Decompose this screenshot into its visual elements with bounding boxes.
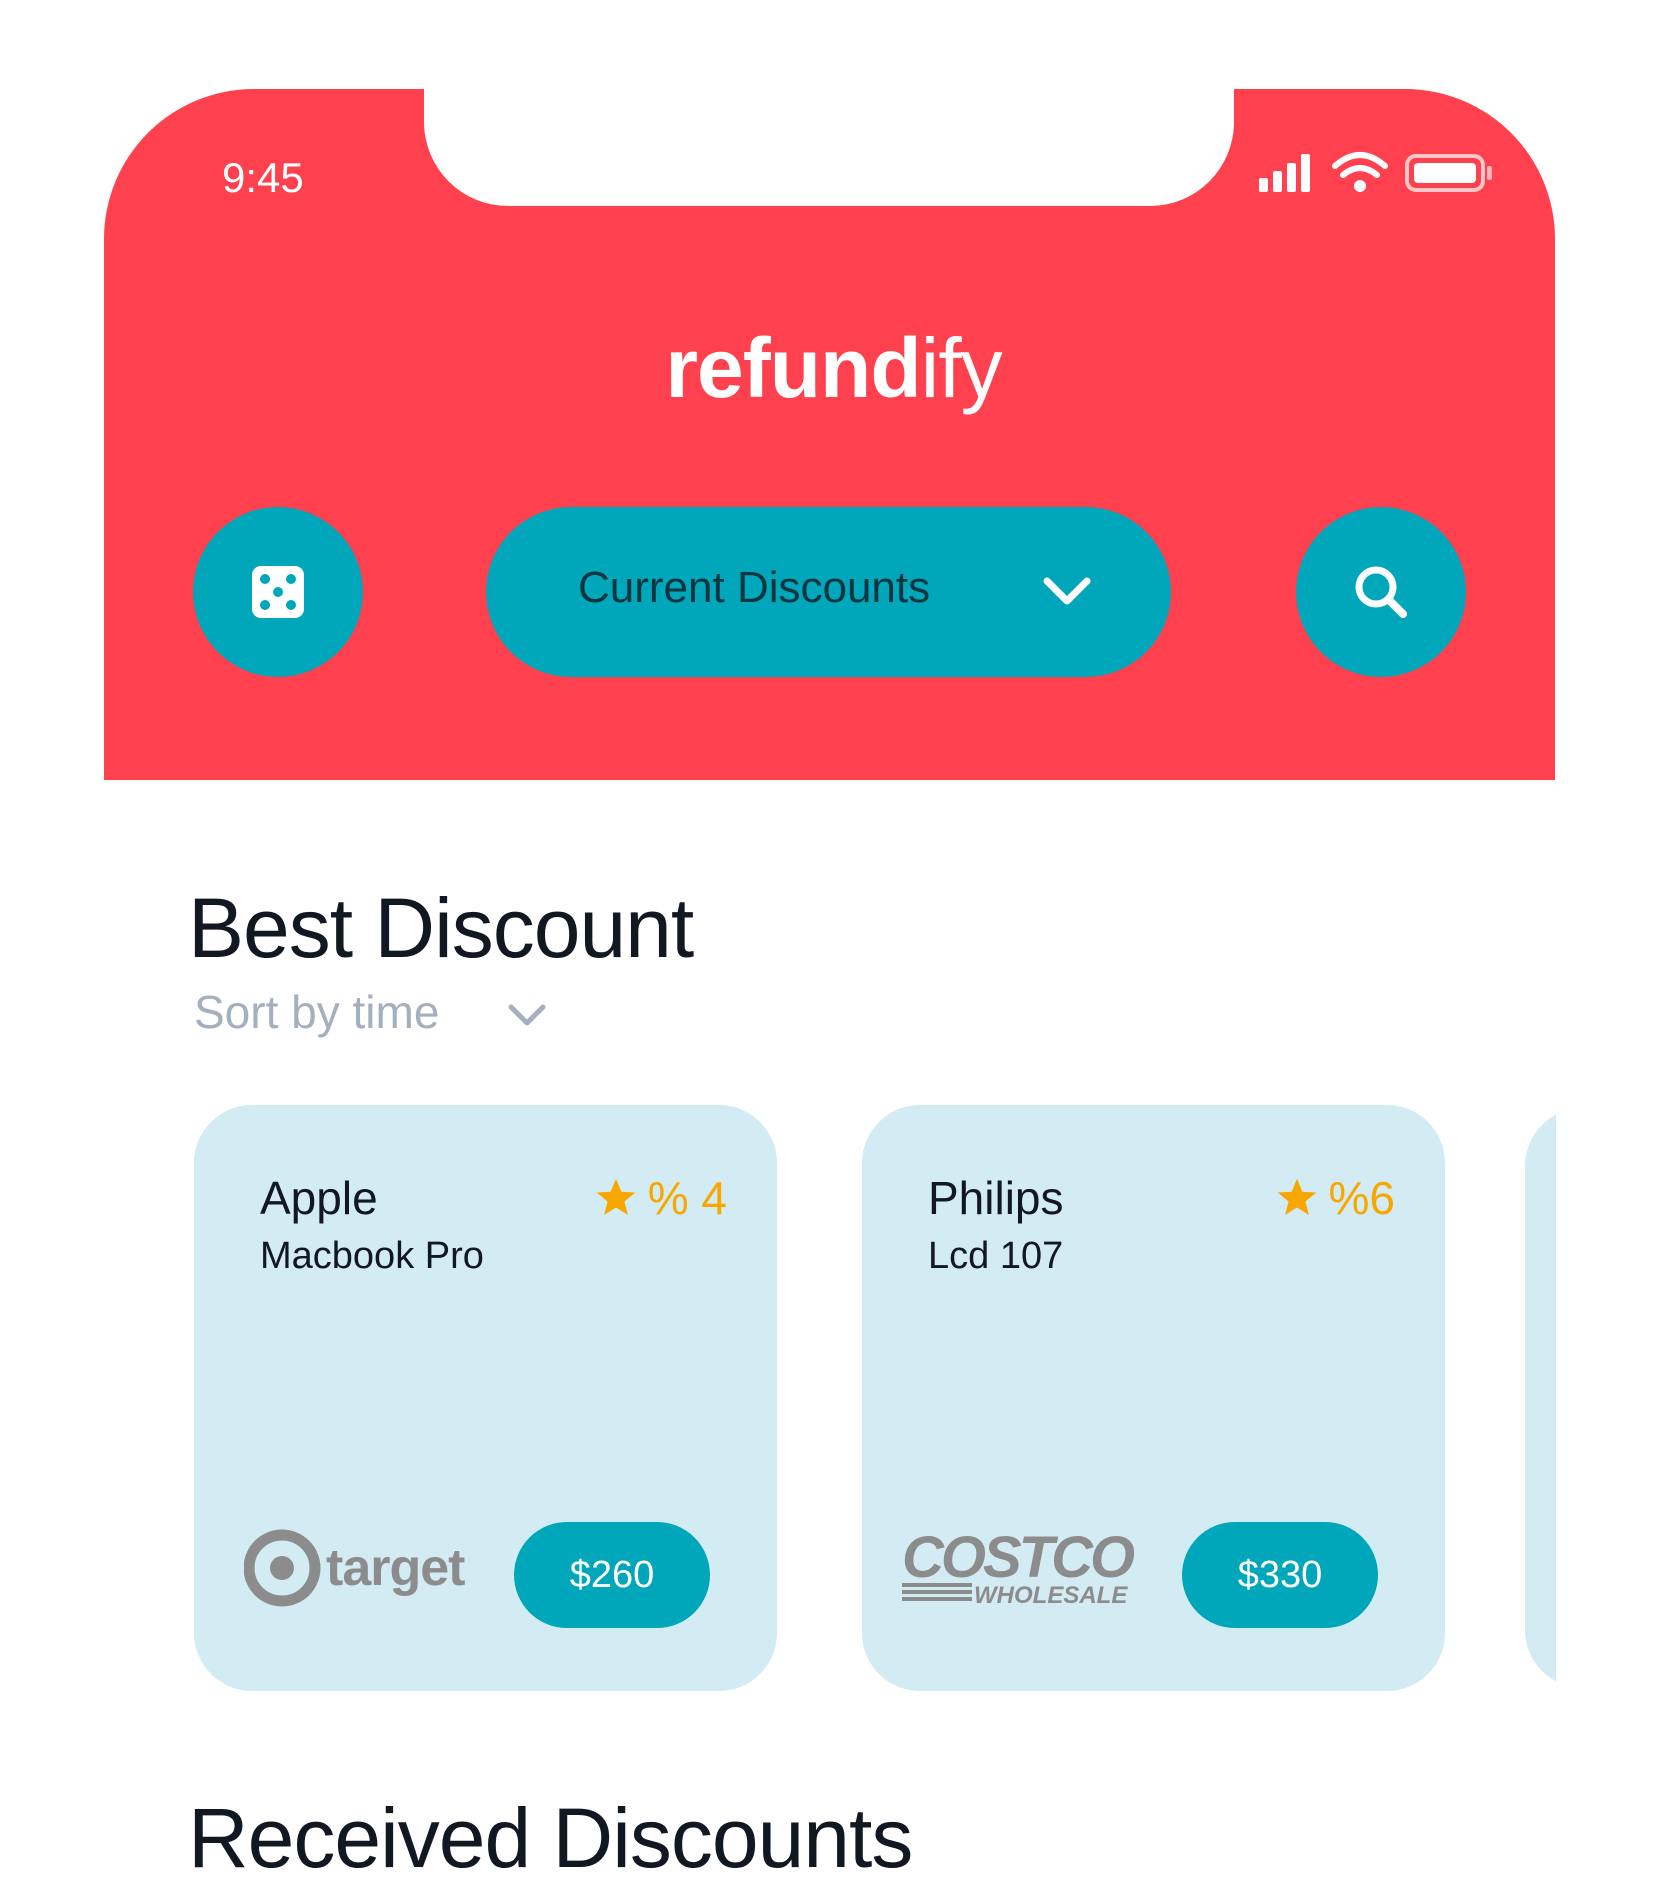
app-logo: refundify	[0, 320, 1667, 417]
random-button[interactable]	[193, 507, 363, 677]
card-rating: % 4	[594, 1171, 727, 1225]
card-brand: Philips	[928, 1172, 1064, 1224]
discount-card[interactable]: Philips Lcd 107 %6 COSTCO WHOLESALE $330	[862, 1105, 1445, 1691]
search-button[interactable]	[1296, 507, 1466, 677]
signal-icon	[1259, 154, 1310, 192]
dice-icon	[252, 566, 304, 618]
discount-card[interactable]: Apple Macbook Pro % 4 target $260	[194, 1105, 777, 1691]
battery-icon	[1405, 154, 1492, 192]
device-notch	[424, 70, 1234, 206]
card-rating-value: %6	[1328, 1172, 1395, 1224]
best-discount-title: Best Discount	[188, 881, 694, 975]
received-discounts-title: Received Discounts	[188, 1791, 913, 1885]
app-logo-regular: ify	[920, 321, 1003, 415]
card-brand: Apple	[260, 1172, 378, 1224]
status-icons	[1259, 152, 1492, 192]
sort-selector-label[interactable]: Sort by time	[194, 985, 439, 1039]
store-logo-costco: COSTCO WHOLESALE	[900, 1523, 1150, 1618]
card-model: Lcd 107	[928, 1235, 1064, 1277]
category-dropdown[interactable]: Current Discounts	[486, 507, 1171, 677]
price-button[interactable]: $260	[514, 1522, 710, 1628]
search-icon	[1355, 566, 1407, 618]
store-name: COSTCO	[902, 1525, 1135, 1590]
screen-edge	[1556, 1090, 1667, 1710]
store-logo-target: target	[243, 1523, 484, 1618]
wifi-icon	[1332, 152, 1388, 192]
chevron-down-icon[interactable]	[505, 998, 549, 1032]
store-name: target	[326, 1539, 465, 1597]
card-rating: %6	[1275, 1171, 1395, 1225]
star-icon	[596, 1178, 635, 1216]
chevron-down-icon	[1043, 577, 1091, 605]
status-time: 9:45	[222, 154, 304, 201]
price-button[interactable]: $330	[1182, 1522, 1378, 1628]
category-dropdown-label: Current Discounts	[578, 563, 931, 612]
card-rating-value: % 4	[647, 1172, 727, 1224]
app-logo-bold: refund	[665, 321, 921, 415]
star-icon	[1277, 1178, 1316, 1216]
card-model: Macbook Pro	[260, 1235, 484, 1277]
store-subtitle: WHOLESALE	[974, 1582, 1128, 1609]
